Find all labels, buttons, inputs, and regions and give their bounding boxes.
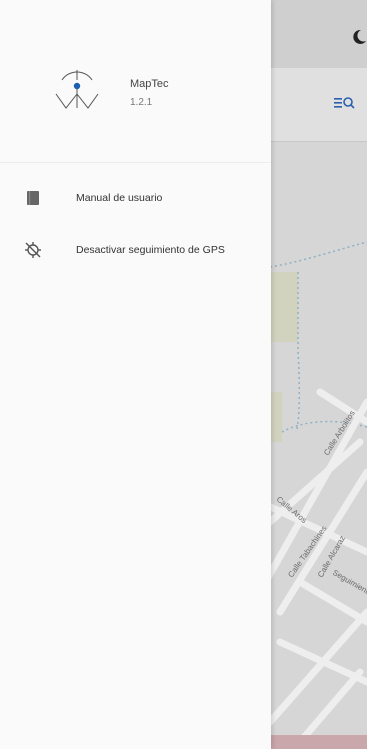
search-filter-icon[interactable] bbox=[332, 94, 356, 112]
book-icon bbox=[24, 189, 42, 207]
drawer-item-label: Manual de usuario bbox=[76, 192, 163, 204]
drawer-item-label: Desactivar seguimiento de GPS bbox=[76, 244, 225, 256]
navigation-drawer: MapTec 1.2.1 Manual de usuario Desactiva… bbox=[0, 0, 271, 749]
maptec-logo-icon bbox=[55, 70, 99, 109]
drawer-item-user-manual[interactable]: Manual de usuario bbox=[0, 176, 271, 220]
drawer-item-disable-gps[interactable]: Desactivar seguimiento de GPS bbox=[0, 228, 271, 272]
dark-mode-icon[interactable] bbox=[350, 28, 367, 46]
gps-off-icon bbox=[24, 241, 42, 259]
drawer-header: MapTec 1.2.1 bbox=[0, 0, 271, 163]
app-name: MapTec bbox=[130, 78, 169, 90]
map-bottom-strip bbox=[270, 735, 367, 749]
app-version: 1.2.1 bbox=[130, 97, 153, 108]
